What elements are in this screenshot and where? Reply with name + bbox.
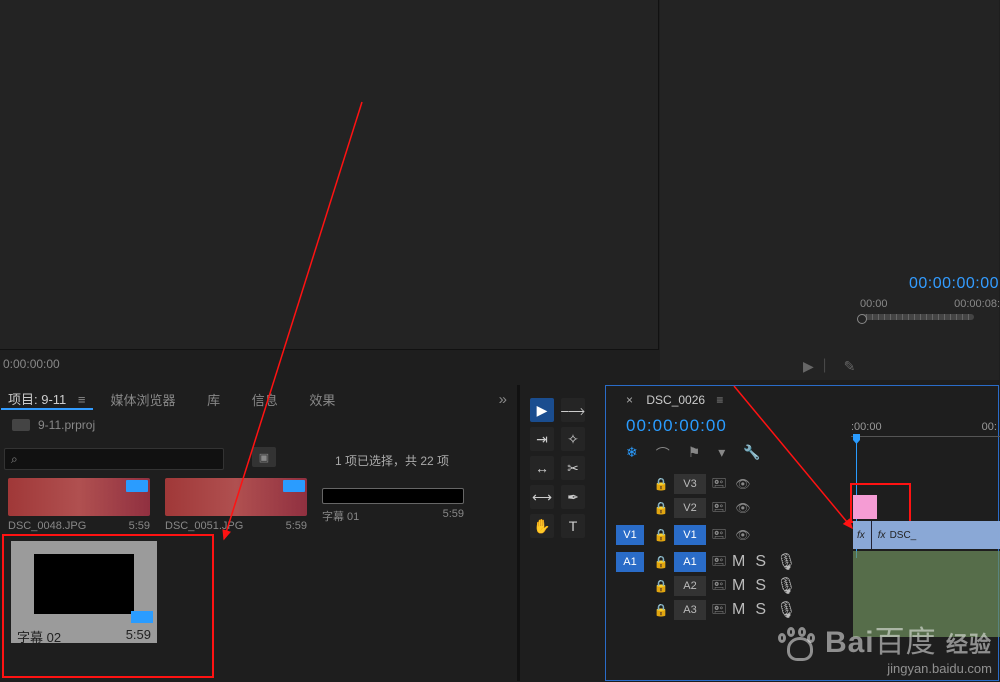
hand-tool[interactable]: ✋ <box>530 514 554 538</box>
media-item[interactable]: DSC_0048.JPG5:59 <box>8 478 150 532</box>
selection-tool[interactable]: ▶ <box>530 398 554 422</box>
media-item[interactable]: DSC_0051.JPG5:59 <box>165 478 307 532</box>
annotation-highlight-box <box>850 483 911 523</box>
timeline-tab[interactable]: × DSC_0026 ≡ <box>626 393 723 407</box>
rolling-edit-tool[interactable]: ✧ <box>561 427 585 451</box>
watermark: Bai百度 经验 jingyan.baidu.com <box>778 625 992 677</box>
rate-stretch-tool[interactable]: ↔ <box>530 456 554 480</box>
clip-audio[interactable] <box>853 551 1000 637</box>
program-export-icons[interactable]: ▶｜ ✎ <box>803 356 859 376</box>
sequence-badge-icon <box>283 480 305 492</box>
program-time-ruler[interactable]: 00:00 00:00:08: <box>860 298 1000 328</box>
clip-v1[interactable]: fxfxDSC_ <box>853 521 1000 549</box>
search-input[interactable]: ⌕ <box>4 448 224 470</box>
new-bin-button[interactable]: ▣ <box>252 447 276 467</box>
add-marker-icon[interactable]: ⚑ <box>688 444 701 464</box>
sequence-badge-icon <box>126 480 148 492</box>
project-filename: 9-11.prproj <box>38 418 95 432</box>
track-v1[interactable]: V1🔒V1🖭👁 <box>616 520 796 550</box>
track-a1[interactable]: A1🔒A1🖭MS🎙 <box>616 550 796 574</box>
razor-tool[interactable]: ✂ <box>561 456 585 480</box>
wrench-icon[interactable]: 🔧 <box>743 444 760 464</box>
timeline-display-settings-icon[interactable]: ▾ <box>718 444 725 464</box>
type-tool[interactable]: T <box>561 514 585 538</box>
search-icon: ⌕ <box>11 452 18 467</box>
close-tab-icon[interactable]: × <box>626 393 633 407</box>
track-v2[interactable]: 🔒V2🖭👁 <box>616 496 796 520</box>
overflow-chevron-icon[interactable]: » <box>499 391 515 408</box>
media-item-selected[interactable]: 字幕 025:59 <box>11 541 157 643</box>
timeline-timecode[interactable]: 00:00:00:00 <box>626 416 727 436</box>
program-timecode[interactable]: 00:00:00:00 <box>909 275 999 293</box>
panel-menu-icon[interactable]: ≡ <box>78 392 86 407</box>
track-a3[interactable]: 🔒A3🖭MS🎙 <box>616 598 796 622</box>
ruler-knob[interactable] <box>857 314 867 324</box>
time-ruler[interactable]: :00:00 00: <box>851 421 1000 437</box>
snap-icon[interactable]: ❄ <box>626 444 638 464</box>
pen-tool[interactable]: ✒ <box>561 485 585 509</box>
bin-icon <box>12 419 30 431</box>
media-item[interactable]: 字幕 015:59 <box>322 478 464 532</box>
panel-menu-icon[interactable]: ≡ <box>716 393 723 407</box>
track-select-tool[interactable]: ⎯⟶ <box>561 398 585 422</box>
panel-splitter[interactable] <box>517 385 520 681</box>
selection-info: 1 项已选择，共 22 项 <box>335 452 449 469</box>
nav-effects[interactable]: 效果 <box>309 393 335 408</box>
ripple-edit-tool[interactable]: ⇥ <box>530 427 554 451</box>
nav-library[interactable]: 库 <box>207 393 220 408</box>
nav-info[interactable]: 信息 <box>252 393 278 408</box>
track-v3[interactable]: 🔒V3🖭👁 <box>616 472 796 496</box>
source-timecode: 0:00:00:00 <box>3 357 60 371</box>
project-tab[interactable]: 项目: 9-11 ≡ <box>1 389 93 410</box>
slip-tool[interactable]: ⟷ <box>530 485 554 509</box>
track-a2[interactable]: 🔒A2🖭MS🎙 <box>616 574 796 598</box>
nav-media-browser[interactable]: 媒体浏览器 <box>111 393 176 408</box>
source-monitor <box>0 0 659 350</box>
link-selection-icon[interactable]: ⌒ <box>656 444 670 464</box>
sequence-badge-icon <box>131 611 153 623</box>
